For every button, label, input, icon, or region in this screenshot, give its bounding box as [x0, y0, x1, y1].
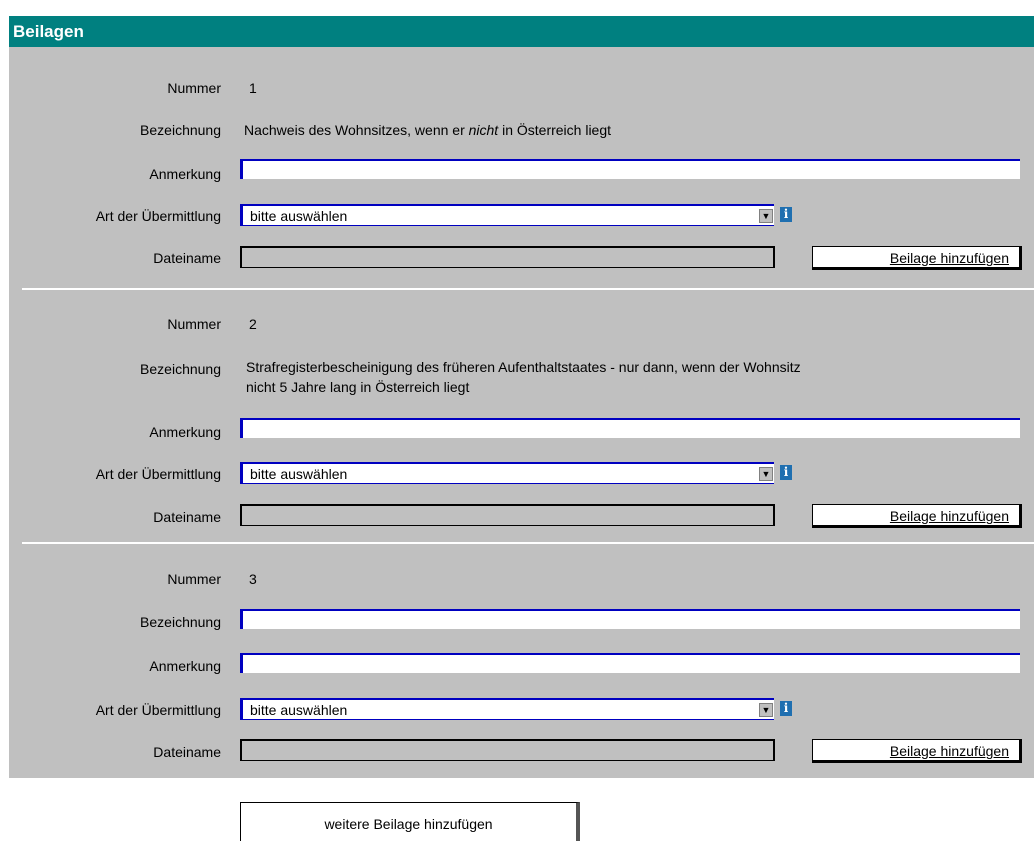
dateiname-label: Dateiname	[153, 509, 221, 525]
art-label: Art der Übermittlung	[95, 702, 221, 718]
section-title: Beilagen	[13, 22, 84, 41]
dateiname-field[interactable]	[240, 739, 775, 761]
info-icon[interactable]: i	[780, 465, 792, 480]
art-label: Art der Übermittlung	[95, 208, 221, 224]
nummer-value: 1	[249, 80, 257, 96]
bezeichnung-line-2: nicht 5 Jahre lang in Österreich liegt	[246, 379, 470, 395]
chevron-down-icon[interactable]: ▼	[759, 703, 773, 717]
anmerkung-label: Anmerkung	[149, 424, 221, 440]
add-more-attachments-button[interactable]: weitere Beilage hinzufügen	[240, 802, 580, 841]
dateiname-label: Dateiname	[153, 744, 221, 760]
art-select-value: bitte auswählen	[250, 208, 348, 224]
dateiname-field[interactable]	[240, 246, 775, 268]
bezeichnung-line-1: Strafregisterbescheinigung des früheren …	[246, 359, 801, 375]
dateiname-field[interactable]	[240, 504, 775, 526]
add-attachment-button[interactable]: Beilage hinzufügen	[812, 739, 1022, 763]
anmerkung-label: Anmerkung	[149, 166, 221, 182]
section-divider	[22, 288, 1034, 290]
bezeichnung-input[interactable]	[240, 609, 1020, 629]
section-title-bar: Beilagen	[9, 16, 1034, 47]
art-label: Art der Übermittlung	[95, 466, 221, 482]
bezeichnung-value: Nachweis des Wohnsitzes, wenn er nicht i…	[244, 122, 611, 138]
info-icon[interactable]: i	[780, 207, 792, 222]
nummer-value: 3	[249, 571, 257, 587]
art-select[interactable]: bitte auswählen ▼	[240, 698, 774, 720]
nummer-label: Nummer	[167, 571, 221, 587]
anmerkung-input[interactable]	[240, 653, 1020, 673]
nummer-label: Nummer	[167, 316, 221, 332]
bezeichnung-label: Bezeichnung	[140, 614, 221, 630]
anmerkung-input[interactable]	[240, 159, 1020, 179]
nummer-label: Nummer	[167, 80, 221, 96]
bezeichnung-text: Nachweis des Wohnsitzes, wenn er	[244, 122, 469, 138]
bezeichnung-label: Bezeichnung	[140, 361, 221, 377]
bezeichnung-text-end: in Österreich liegt	[498, 122, 612, 138]
section-divider	[22, 542, 1034, 544]
art-select-value: bitte auswählen	[250, 702, 348, 718]
art-select[interactable]: bitte auswählen ▼	[240, 462, 774, 484]
add-attachment-button[interactable]: Beilage hinzufügen	[812, 246, 1022, 270]
anmerkung-label: Anmerkung	[149, 658, 221, 674]
art-select[interactable]: bitte auswählen ▼	[240, 204, 774, 226]
dateiname-label: Dateiname	[153, 250, 221, 266]
chevron-down-icon[interactable]: ▼	[759, 209, 773, 223]
anmerkung-input[interactable]	[240, 418, 1020, 438]
bezeichnung-emphasis: nicht	[468, 122, 499, 138]
info-icon[interactable]: i	[780, 701, 792, 716]
bezeichnung-value: Strafregisterbescheinigung des früheren …	[246, 357, 801, 397]
bezeichnung-label: Bezeichnung	[140, 122, 221, 138]
chevron-down-icon[interactable]: ▼	[759, 467, 773, 481]
nummer-value: 2	[249, 316, 257, 332]
add-attachment-button[interactable]: Beilage hinzufügen	[812, 504, 1022, 528]
art-select-value: bitte auswählen	[250, 466, 348, 482]
